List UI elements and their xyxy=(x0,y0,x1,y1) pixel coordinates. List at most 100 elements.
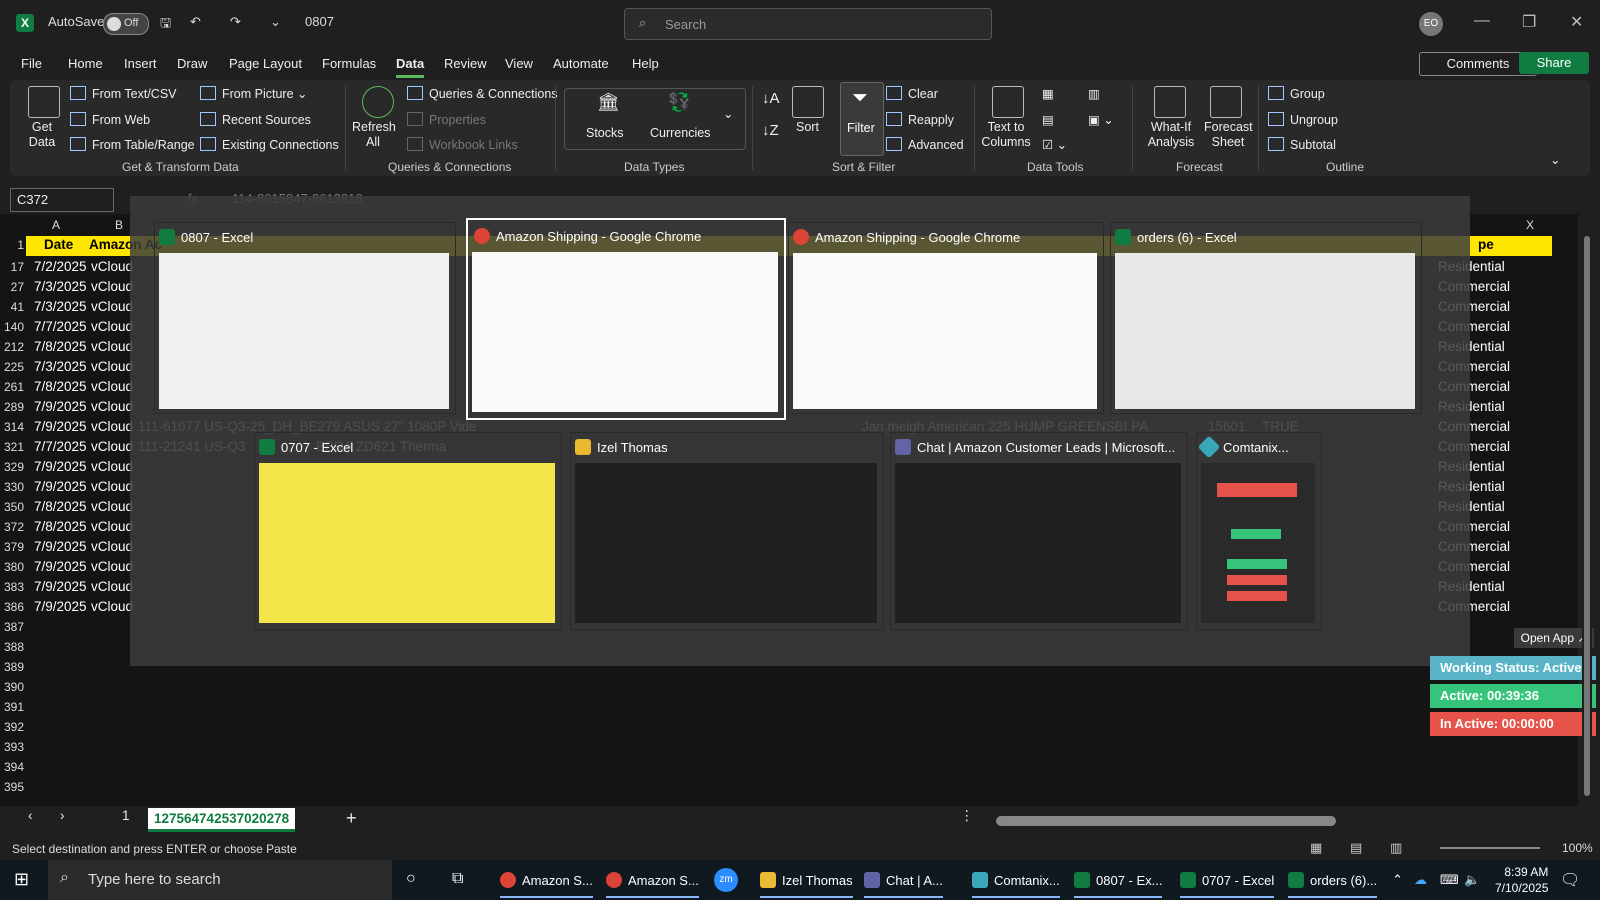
consolidate-icon[interactable]: ▥ xyxy=(1088,86,1100,101)
row-header[interactable]: 140 xyxy=(0,320,24,334)
row-header[interactable]: 17 xyxy=(0,260,24,274)
cortana-icon[interactable]: ○ xyxy=(406,870,416,888)
table-cell[interactable]: 7/2/2025 xyxy=(34,259,87,274)
sheet-tab-1[interactable]: 1 xyxy=(122,808,130,823)
table-cell[interactable]: vCloud xyxy=(91,499,133,514)
table-cell[interactable]: vCloud xyxy=(91,339,133,354)
save-icon[interactable]: 🖫 xyxy=(160,14,171,36)
window-thumb-orders-excel[interactable]: orders (6) - Excel xyxy=(1110,222,1422,414)
search-input[interactable]: ⌕ Search xyxy=(624,8,992,40)
menu-view[interactable]: View xyxy=(505,56,533,71)
customize-qat-icon[interactable]: ⌄ xyxy=(270,14,281,30)
row-header[interactable]: 395 xyxy=(0,780,24,794)
table-cell[interactable]: 7/9/2025 xyxy=(34,579,87,594)
ungroup-button[interactable]: Ungroup xyxy=(1268,112,1338,127)
taskbar-item-0807-excel[interactable]: 0807 - Ex... xyxy=(1074,872,1163,898)
zoom-slider[interactable] xyxy=(1440,847,1540,849)
name-box[interactable]: C372 xyxy=(10,188,114,212)
next-sheet-icon[interactable]: › xyxy=(60,808,65,823)
window-thumb-comtanix[interactable]: Comtanix... xyxy=(1196,432,1322,630)
from-picture-button[interactable]: From Picture ⌄ xyxy=(200,86,308,101)
from-text-csv-button[interactable]: From Text/CSV xyxy=(70,86,177,101)
queries-connections-button[interactable]: Queries & Connections xyxy=(407,86,558,101)
sort-az-icon[interactable]: ↓A xyxy=(762,90,780,107)
table-cell[interactable]: 7/3/2025 xyxy=(34,279,87,294)
table-cell[interactable]: vCloud xyxy=(91,259,133,274)
row-header[interactable]: 390 xyxy=(0,680,24,694)
relationships-icon[interactable]: ▣ ⌄ xyxy=(1088,112,1114,127)
sort-button[interactable]: Sort xyxy=(796,120,819,134)
table-cell[interactable]: vCloud xyxy=(91,599,133,614)
table-cell[interactable]: 7/8/2025 xyxy=(34,519,87,534)
row-header[interactable]: 289 xyxy=(0,400,24,414)
row-header[interactable]: 383 xyxy=(0,580,24,594)
table-cell[interactable]: vCloud xyxy=(91,319,133,334)
menu-draw[interactable]: Draw xyxy=(177,56,207,71)
row-header[interactable]: 41 xyxy=(0,300,24,314)
column-header-x[interactable]: X xyxy=(1526,218,1534,232)
advanced-filter-button[interactable]: Advanced xyxy=(886,137,964,152)
table-cell[interactable]: 7/9/2025 xyxy=(34,599,87,614)
text-to-columns-button[interactable]: Text to Columns xyxy=(975,120,1037,150)
table-cell[interactable]: 7/8/2025 xyxy=(34,379,87,394)
table-cell[interactable]: vCloud xyxy=(91,519,133,534)
zoom-app-icon[interactable]: zm xyxy=(714,868,738,892)
document-name[interactable]: 0807 xyxy=(305,14,334,29)
row-header[interactable]: 391 xyxy=(0,700,24,714)
taskbar-item-comtanix[interactable]: Comtanix... xyxy=(972,872,1060,898)
column-header-a[interactable]: A xyxy=(52,218,60,232)
onedrive-icon[interactable]: ☁ xyxy=(1414,872,1427,888)
filter-button[interactable]: ⏷ Filter xyxy=(840,82,884,156)
add-sheet-button[interactable]: + xyxy=(346,808,357,829)
sheet-tab-active[interactable]: 127564742537020278 xyxy=(148,808,296,832)
horizontal-scroll-thumb[interactable] xyxy=(996,816,1336,826)
menu-home[interactable]: Home xyxy=(68,56,103,71)
taskbar-search-input[interactable]: ⌕ Type here to search xyxy=(48,860,392,900)
flash-fill-icon[interactable]: ▦ xyxy=(1042,86,1054,101)
menu-page-layout[interactable]: Page Layout xyxy=(229,56,302,71)
redo-icon[interactable]: ↷ xyxy=(230,14,241,30)
volume-icon[interactable]: 🔈 xyxy=(1464,872,1480,888)
minimize-icon[interactable]: — xyxy=(1474,12,1490,30)
row-header[interactable]: 350 xyxy=(0,500,24,514)
forecast-sheet-button[interactable]: Forecast Sheet xyxy=(1204,120,1253,150)
row-header[interactable]: 394 xyxy=(0,760,24,774)
menu-review[interactable]: Review xyxy=(444,56,487,71)
table-cell[interactable]: 7/7/2025 xyxy=(34,319,87,334)
what-if-analysis-button[interactable]: What-If Analysis xyxy=(1138,120,1204,150)
zoom-level[interactable]: 100% xyxy=(1562,841,1593,855)
window-thumb-teams-chat[interactable]: Chat | Amazon Customer Leads | Microsoft… xyxy=(890,432,1188,630)
existing-connections-button[interactable]: Existing Connections xyxy=(200,137,339,152)
workbook-links-button[interactable]: Workbook Links xyxy=(407,137,518,152)
table-cell[interactable]: vCloud xyxy=(91,359,133,374)
page-break-view-icon[interactable]: ▥ xyxy=(1390,840,1402,856)
taskbar-item-izel-thomas[interactable]: Izel Thomas xyxy=(760,872,853,898)
column-header-b[interactable]: B xyxy=(115,218,123,232)
taskbar-item-teams[interactable]: Chat | A... xyxy=(864,872,943,898)
subtotal-button[interactable]: Subtotal xyxy=(1268,137,1336,152)
table-cell[interactable]: vCloud xyxy=(91,279,133,294)
table-cell[interactable]: 7/9/2025 xyxy=(34,459,87,474)
table-cell[interactable]: 7/9/2025 xyxy=(34,399,87,414)
row-header[interactable]: 388 xyxy=(0,640,24,654)
notifications-icon[interactable]: 🗨 xyxy=(1560,870,1580,890)
table-cell[interactable]: 7/7/2025 xyxy=(34,439,87,454)
menu-data[interactable]: Data xyxy=(396,56,425,78)
page-layout-view-icon[interactable]: ▤ xyxy=(1350,840,1362,856)
taskbar-item-0707-excel[interactable]: 0707 - Excel xyxy=(1180,872,1275,898)
data-types-expand-icon[interactable]: ⌄ xyxy=(723,106,733,121)
taskbar-clock[interactable]: 8:39 AM 7/10/2025 xyxy=(1495,864,1548,896)
window-thumb-amazon-shipping-2[interactable]: Amazon Shipping - Google Chrome xyxy=(788,222,1104,414)
row-header[interactable]: 393 xyxy=(0,740,24,754)
table-cell[interactable]: vCloud xyxy=(91,479,133,494)
share-button[interactable]: Share xyxy=(1519,52,1589,74)
tray-chevron-icon[interactable]: ⌃ xyxy=(1392,872,1403,888)
menu-automate[interactable]: Automate xyxy=(553,56,609,71)
remove-duplicates-icon[interactable]: ▤ xyxy=(1042,112,1054,127)
table-cell[interactable]: 7/8/2025 xyxy=(34,499,87,514)
table-cell[interactable]: vCloud xyxy=(91,579,133,594)
row-header[interactable]: 1 xyxy=(0,238,24,252)
table-cell[interactable]: 7/9/2025 xyxy=(34,419,87,434)
table-cell[interactable]: 7/9/2025 xyxy=(34,479,87,494)
reapply-button[interactable]: Reapply xyxy=(886,112,954,127)
